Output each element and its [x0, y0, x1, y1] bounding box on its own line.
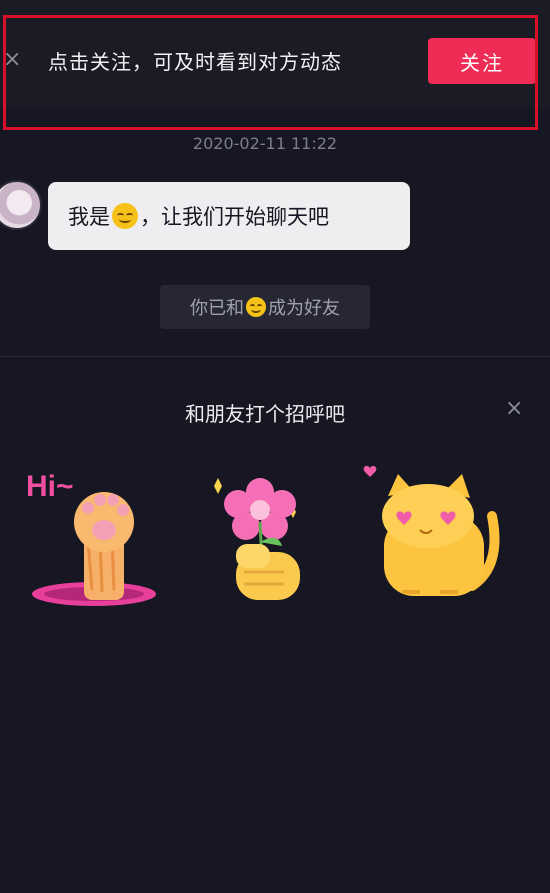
- friend-text-start: 你已和: [190, 298, 244, 319]
- follow-prompt-text: 点击关注，可及时看到对方动态: [48, 50, 342, 74]
- greeting-title: 和朋友打个招呼吧: [185, 402, 345, 426]
- smile-emoji-icon: [112, 203, 138, 229]
- friend-text-end: 成为好友: [268, 298, 340, 319]
- banner-close-icon[interactable]: ×: [3, 46, 21, 74]
- greeting-close-icon[interactable]: ×: [505, 396, 523, 421]
- flower-hand-sticker[interactable]: [200, 462, 330, 612]
- heart-eyes-cat-sticker[interactable]: [362, 456, 512, 606]
- divider: [0, 356, 550, 357]
- follow-button[interactable]: 关注: [428, 38, 536, 84]
- friend-status-notice: 你已和 成为好友: [160, 285, 370, 329]
- paw-wave-sticker[interactable]: Hi~: [22, 460, 162, 610]
- message-text-end: ，让我们开始聊天吧: [140, 205, 329, 229]
- smile-emoji-icon: [246, 297, 266, 317]
- message-text-start: 我是: [68, 205, 110, 229]
- message-bubble[interactable]: 我是 ，让我们开始聊天吧: [48, 182, 410, 250]
- sticker-caption: Hi~: [26, 470, 74, 503]
- message-timestamp: 2020-02-11 11:22: [192, 134, 338, 153]
- avatar[interactable]: [0, 180, 42, 230]
